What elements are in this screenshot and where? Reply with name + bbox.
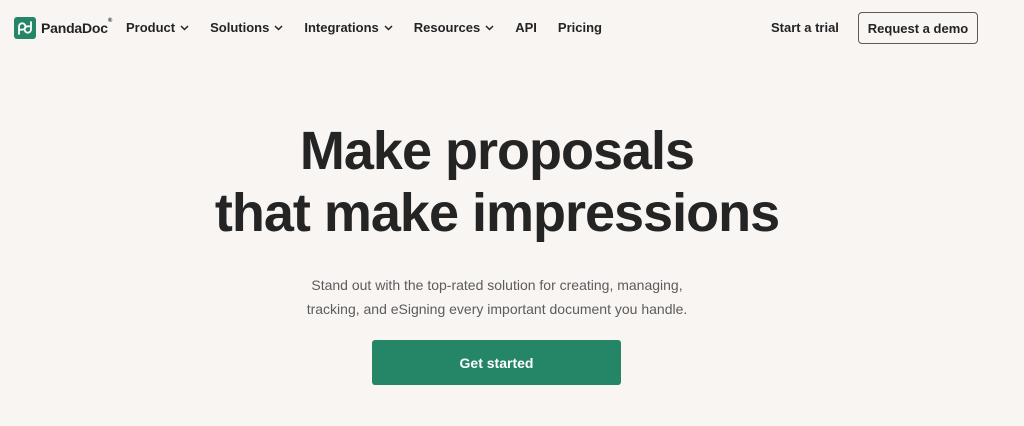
hero-title: Make proposals that make impressions: [0, 120, 994, 244]
nav-item-pricing[interactable]: Pricing: [558, 20, 602, 35]
hero-subtitle: Stand out with the top-rated solution fo…: [0, 273, 994, 321]
hero-subtitle-line: Stand out with the top-rated solution fo…: [311, 277, 683, 293]
nav-item-integrations[interactable]: Integrations: [304, 20, 393, 35]
hero-subtitle-line: tracking, and eSigning every important d…: [306, 301, 688, 317]
nav-item-product[interactable]: Product: [126, 20, 189, 35]
chevron-down-icon: [485, 24, 494, 31]
nav-item-label: API: [515, 20, 537, 35]
nav-item-api[interactable]: API: [515, 20, 537, 35]
top-navbar: PandaDoc® Product Solutions Integrations…: [0, 0, 1024, 57]
page: PandaDoc® Product Solutions Integrations…: [0, 0, 1024, 426]
brand-name: PandaDoc®: [41, 18, 113, 36]
request-demo-button[interactable]: Request a demo: [858, 12, 978, 44]
hero-title-line: that make impressions: [214, 183, 780, 243]
hero-title-line: Make proposals: [299, 121, 695, 181]
get-started-button[interactable]: Get started: [372, 340, 621, 385]
nav-item-label: Product: [126, 20, 176, 35]
chevron-down-icon: [274, 24, 283, 31]
nav-item-label: Integrations: [304, 20, 379, 35]
nav-item-solutions[interactable]: Solutions: [210, 20, 283, 35]
main-nav: Product Solutions Integrations Resources…: [126, 20, 623, 35]
pandadoc-logo-icon: [14, 17, 36, 39]
registered-mark: ®: [107, 18, 113, 24]
nav-item-resources[interactable]: Resources: [414, 20, 494, 35]
brand-logo[interactable]: PandaDoc®: [14, 17, 112, 39]
nav-item-label: Solutions: [210, 20, 270, 35]
nav-item-label: Resources: [413, 20, 481, 35]
start-trial-link[interactable]: Start a trial: [771, 20, 839, 35]
chevron-down-icon: [180, 24, 189, 31]
nav-item-label: Pricing: [557, 20, 602, 35]
chevron-down-icon: [384, 24, 393, 31]
